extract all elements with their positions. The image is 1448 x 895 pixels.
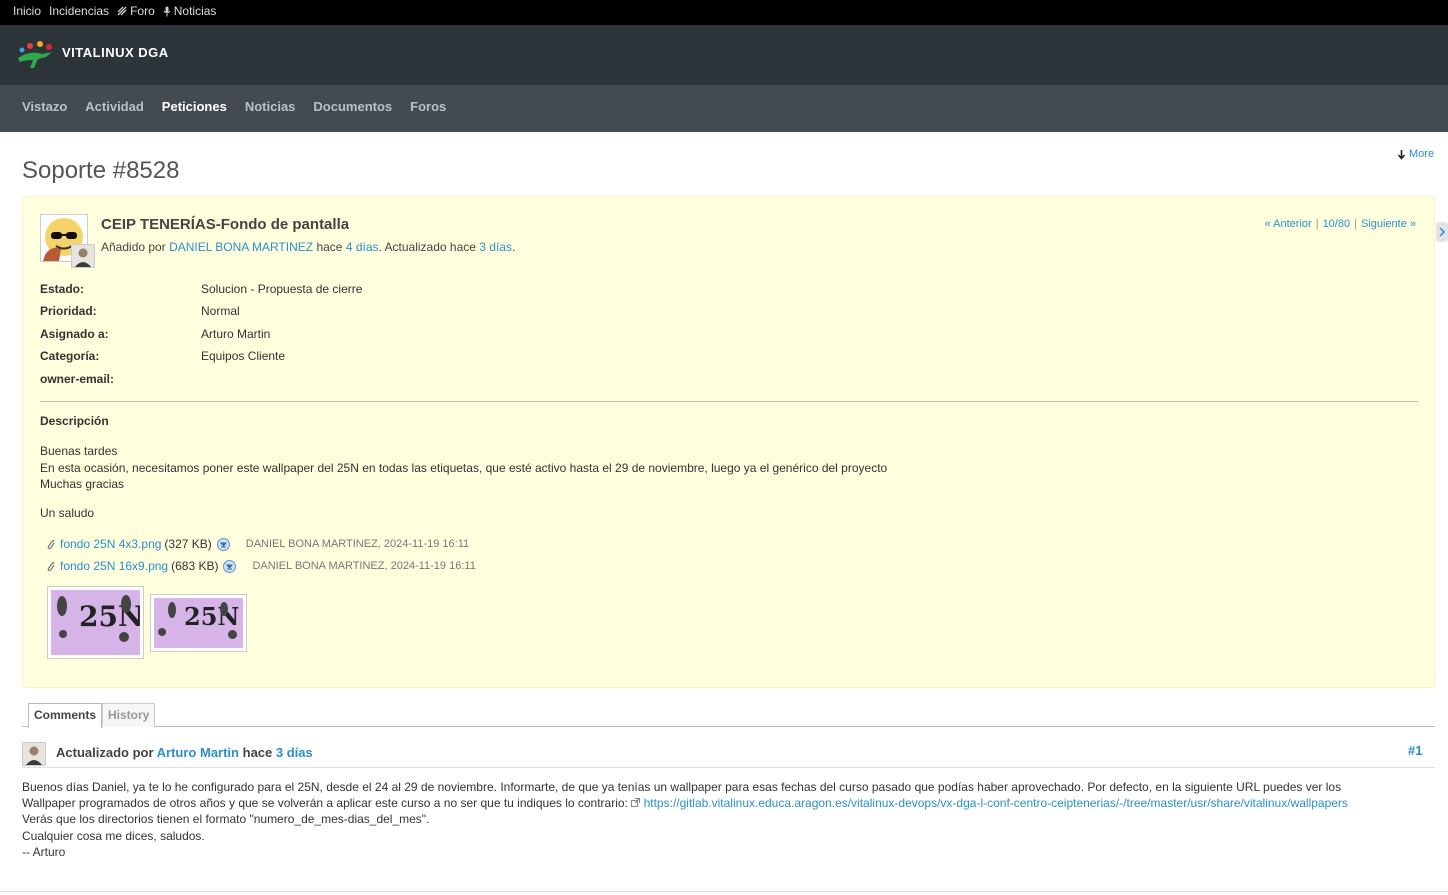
journal-header: Actualizado por Arturo Martin hace 3 día… bbox=[56, 745, 313, 760]
wallpapers-url-link[interactable]: https://gitlab.vitalinux.educa.aragon.es… bbox=[644, 796, 1348, 810]
more-link[interactable]: More bbox=[1397, 148, 1434, 160]
tab-comments[interactable]: Comments bbox=[28, 703, 103, 728]
top-menu-foro[interactable]: Foro bbox=[117, 4, 155, 18]
issue-subject: CEIP TENERÍAS-Fondo de pantalla bbox=[101, 216, 350, 233]
journal-ago-prefix: hace bbox=[242, 745, 273, 760]
forum-icon bbox=[117, 6, 127, 16]
author-line-end: . bbox=[511, 240, 516, 254]
top-menu-noticias[interactable]: Noticias bbox=[163, 4, 217, 18]
person-avatar-icon bbox=[23, 743, 45, 765]
attachment-size: (327 KB) bbox=[164, 537, 212, 551]
description-line bbox=[40, 493, 887, 505]
paperclip-icon bbox=[47, 561, 55, 571]
journal-line: Verás que los directorios tienen el form… bbox=[22, 812, 430, 827]
created-ago-link[interactable]: 4 días bbox=[346, 240, 379, 254]
issue-tabs: Comments History bbox=[22, 702, 1435, 728]
top-menu-inicio[interactable]: Inicio bbox=[13, 4, 41, 18]
issue-navigation: « Anterior | 10/80 | Siguiente » bbox=[1264, 218, 1416, 230]
sidebar-toggle-icon[interactable] bbox=[1436, 222, 1448, 242]
attachment-author: DANIEL BONA MARTINEZ, 2024-11-19 16:11 bbox=[252, 560, 476, 572]
attachment-item: fondo 25N 16x9.png (683 KB) DANIEL BONA … bbox=[46, 559, 476, 573]
tab-history[interactable]: History bbox=[102, 703, 156, 727]
page-title: Soporte #8528 bbox=[22, 157, 180, 184]
top-menu-foro-label: Foro bbox=[130, 4, 155, 18]
main-menu-vistazo[interactable]: Vistazo bbox=[22, 99, 67, 114]
main-menu-foros[interactable]: Foros bbox=[410, 99, 446, 114]
journal-prefix: Actualizado por bbox=[56, 745, 154, 760]
description-title: Descripción bbox=[40, 414, 109, 428]
main-menu-documentos[interactable]: Documentos bbox=[313, 99, 392, 114]
person-avatar-icon bbox=[72, 245, 94, 267]
site-title[interactable]: VITALINUX DGA bbox=[62, 45, 169, 60]
attachment-size: (683 KB) bbox=[171, 559, 219, 573]
issue-author-line: Añadido por DANIEL BONA MARTINEZ hace 4 … bbox=[101, 240, 515, 254]
attachment-link[interactable]: fondo 25N 16x9.png bbox=[60, 559, 168, 573]
attribute-label: Estado: bbox=[40, 282, 85, 296]
attribute-value: Solucion - Propuesta de cierre bbox=[201, 282, 363, 296]
journal-notes: Buenos días Daniel, ya te lo he configur… bbox=[22, 779, 1422, 860]
updated-prefix: . Actualizado hace bbox=[378, 240, 476, 254]
journal-ago-link[interactable]: 3 días bbox=[276, 745, 313, 760]
attribute-label: Prioridad: bbox=[40, 304, 97, 318]
journal-text-segment: Wallpaper programados de otros años y qu… bbox=[22, 796, 628, 811]
top-menu-incidencias[interactable]: Incidencias bbox=[49, 4, 109, 18]
description-text: Buenas tardes En esta ocasión, necesitam… bbox=[40, 443, 887, 521]
vitalinux-logo-icon[interactable] bbox=[16, 40, 56, 72]
description-line: En esta ocasión, necesitamos poner este … bbox=[40, 460, 888, 475]
external-link-icon bbox=[631, 798, 641, 808]
wallpaper-thumbnail-image: 25N bbox=[154, 598, 243, 648]
journal-line: Wallpaper programados de otros años y qu… bbox=[22, 795, 1422, 811]
top-menu-noticias-label: Noticias bbox=[173, 4, 217, 18]
main-menu-noticias[interactable]: Noticias bbox=[245, 99, 296, 114]
attribute-label: owner-email: bbox=[40, 372, 115, 386]
divider bbox=[22, 767, 1435, 768]
attribute-value: Equipos Cliente bbox=[201, 349, 286, 363]
prev-issue-link[interactable]: « Anterior bbox=[1265, 218, 1312, 230]
assignee-link[interactable]: Arturo Martin bbox=[201, 327, 270, 341]
issue-position-link[interactable]: 10/80 bbox=[1323, 218, 1351, 230]
main-menu: Vistazo Actividad Peticiones Noticias Do… bbox=[0, 85, 1448, 132]
download-icon[interactable] bbox=[216, 537, 230, 551]
description-line: Un saludo bbox=[40, 505, 95, 520]
main-menu-actividad[interactable]: Actividad bbox=[85, 99, 144, 114]
journal-user-link[interactable]: Arturo Martin bbox=[157, 745, 239, 760]
more-label: More bbox=[1409, 148, 1435, 160]
issue-details: CEIP TENERÍAS-Fondo de pantalla Añadido … bbox=[22, 196, 1435, 688]
journal-line: Buenos días Daniel, ya te lo he configur… bbox=[22, 780, 1342, 794]
author-link[interactable]: DANIEL BONA MARTINEZ bbox=[169, 240, 313, 254]
wallpaper-thumbnail-image: 25N bbox=[51, 590, 140, 655]
divider bbox=[40, 401, 1418, 402]
description-line: Muchas gracias bbox=[40, 477, 125, 491]
attribute-value: Normal bbox=[201, 304, 240, 318]
next-issue-link[interactable]: Siguiente » bbox=[1361, 218, 1416, 230]
attachment-link[interactable]: fondo 25N 4x3.png bbox=[60, 537, 161, 551]
assignee-avatar bbox=[71, 244, 95, 268]
divider bbox=[0, 891, 1448, 892]
journal-user-avatar bbox=[22, 742, 46, 766]
description-line: Buenas tardes bbox=[40, 444, 118, 458]
added-by-label: Añadido por bbox=[101, 240, 166, 254]
journal-line: -- Arturo bbox=[22, 844, 66, 859]
attachment-thumbnail[interactable]: 25N bbox=[47, 586, 144, 659]
journal-number-link[interactable]: #1 bbox=[1408, 743, 1422, 758]
attribute-label: Asignado a: bbox=[40, 327, 109, 341]
attachment-thumbnail[interactable]: 25N bbox=[150, 594, 247, 652]
attachment-item: fondo 25N 4x3.png (327 KB) DANIEL BONA M… bbox=[46, 537, 469, 551]
created-prefix: hace bbox=[316, 240, 343, 254]
header: VITALINUX DGA bbox=[0, 25, 1448, 85]
arrow-down-icon bbox=[1397, 149, 1406, 160]
paperclip-icon bbox=[47, 539, 55, 549]
main-menu-peticiones[interactable]: Peticiones bbox=[162, 99, 227, 114]
updated-ago-link[interactable]: 3 días bbox=[479, 240, 512, 254]
microphone-icon bbox=[163, 6, 171, 16]
attachment-author: DANIEL BONA MARTINEZ, 2024-11-19 16:11 bbox=[245, 538, 470, 550]
journal-line: Cualquier cosa me dices, saludos. bbox=[22, 828, 205, 843]
attribute-label: Categoría: bbox=[40, 349, 100, 363]
top-menu: Inicio Incidencias Foro Noticias bbox=[0, 0, 1448, 25]
download-icon[interactable] bbox=[223, 559, 237, 573]
